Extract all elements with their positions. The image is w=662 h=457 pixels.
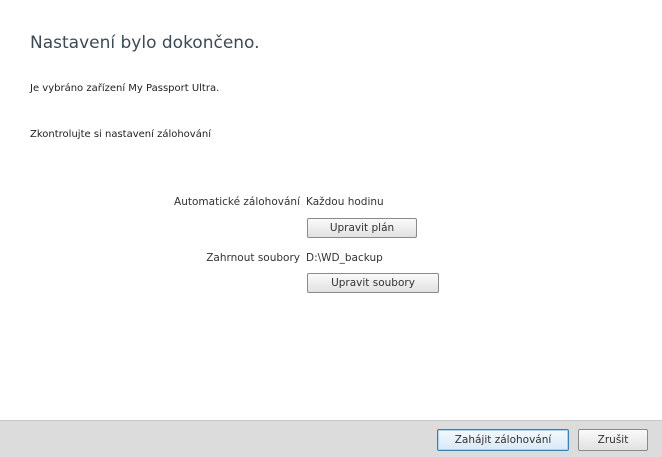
dialog-content: Nastavení bylo dokončeno. Je vybráno zař…: [0, 0, 662, 420]
edit-schedule-button[interactable]: Upravit plán: [307, 218, 417, 238]
check-settings-text: Zkontrolujte si nastavení zálohování: [30, 129, 211, 140]
auto-backup-value: Každou hodinu: [306, 196, 384, 208]
selected-device-text: Je vybráno zařízení My Passport Ultra.: [30, 83, 220, 94]
dialog-title: Nastavení bylo dokončeno.: [30, 33, 260, 53]
backup-setup-dialog: Nastavení bylo dokončeno. Je vybráno zař…: [0, 0, 662, 457]
cancel-button[interactable]: Zrušit: [578, 429, 648, 451]
auto-backup-label: Automatické zálohování: [174, 196, 300, 208]
dialog-footer: Zahájit zálohování Zrušit: [0, 420, 662, 457]
include-files-label: Zahrnout soubory: [206, 252, 300, 264]
start-backup-button[interactable]: Zahájit zálohování: [437, 429, 569, 451]
edit-files-button[interactable]: Upravit soubory: [307, 273, 439, 293]
include-files-value: D:\WD_backup: [306, 252, 383, 264]
